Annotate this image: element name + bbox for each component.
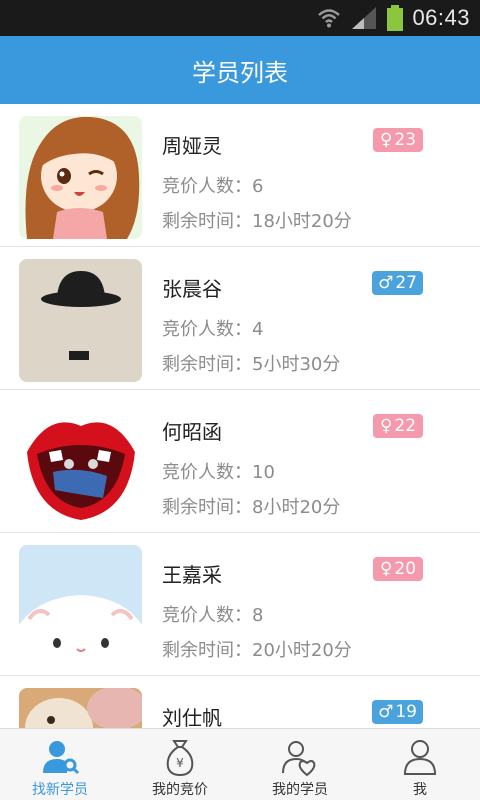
- tab-label: 我的学员: [272, 782, 328, 798]
- bid-count: 竞价人数：4: [162, 319, 264, 340]
- tab-label: 找新学员: [32, 782, 88, 798]
- status-time: 06:43: [412, 5, 470, 30]
- age-value: 20: [394, 559, 417, 579]
- bottom-tab-bar: 找新学员 ¥ 我的竞价 我的学员 我: [0, 728, 480, 800]
- age-value: 19: [395, 702, 417, 722]
- header-bar: 学员列表: [0, 36, 480, 104]
- gender-age-badge: ♀ 20: [373, 557, 423, 581]
- my-students-icon: [282, 741, 316, 777]
- student-item[interactable]: 刘仕帆 ♂ 19: [0, 676, 480, 728]
- student-name: 周娅灵: [162, 134, 222, 158]
- wifi-icon: [318, 9, 341, 28]
- student-item[interactable]: 何昭函 ♀ 22 竞价人数：10 剩余时间：8小时20分: [0, 390, 480, 533]
- bid-count: 竞价人数：8: [162, 605, 264, 626]
- tab-my-bids[interactable]: ¥ 我的竞价: [120, 729, 240, 800]
- cat-photo-avatar: [19, 688, 142, 728]
- remaining-time: 剩余时间：18小时20分: [162, 211, 352, 232]
- student-item[interactable]: 周娅灵 ♀ 23 竞价人数：6 剩余时间：18小时20分: [0, 104, 480, 247]
- remaining-time: 剩余时间：8小时20分: [162, 497, 341, 518]
- age-value: 27: [395, 273, 417, 293]
- tab-label: 我的竞价: [152, 782, 208, 798]
- bowler-hat-avatar: [19, 259, 142, 382]
- find-student-icon: [43, 741, 80, 775]
- gender-age-badge: ♀ 22: [373, 414, 423, 438]
- age-value: 23: [394, 130, 417, 150]
- battery-icon: [387, 5, 404, 31]
- money-bag-icon: ¥: [166, 740, 194, 777]
- female-icon: ♀: [379, 559, 393, 579]
- tab-label: 我: [413, 782, 427, 798]
- male-icon: ♂: [378, 702, 394, 722]
- page-title: 学员列表: [192, 58, 288, 87]
- cartoon-girl-avatar: [19, 116, 142, 239]
- male-icon: ♂: [378, 273, 394, 293]
- gender-age-badge: ♂ 19: [372, 700, 423, 724]
- student-name: 何昭函: [162, 420, 222, 444]
- red-lips-avatar: [19, 402, 142, 525]
- remaining-time: 剩余时间：5小时30分: [162, 354, 341, 375]
- remaining-time: 剩余时间：20小时20分: [162, 640, 352, 661]
- student-item[interactable]: 王嘉采 ♀ 20 竞价人数：8 剩余时间：20小时20分: [0, 533, 480, 676]
- student-name: 王嘉采: [162, 563, 222, 587]
- tab-my-students[interactable]: 我的学员: [240, 729, 360, 800]
- gender-age-badge: ♀ 23: [373, 128, 423, 152]
- tab-me[interactable]: 我: [360, 729, 480, 800]
- bid-count: 竞价人数：10: [162, 462, 275, 483]
- svg-text:¥: ¥: [176, 756, 184, 770]
- female-icon: ♀: [379, 416, 393, 436]
- person-icon: [403, 740, 437, 775]
- female-icon: ♀: [379, 130, 393, 150]
- bid-count: 竞价人数：6: [162, 176, 264, 197]
- age-value: 22: [394, 416, 417, 436]
- student-name: 刘仕帆: [162, 706, 222, 728]
- student-name: 张晨谷: [162, 277, 222, 301]
- signal-icon: [352, 7, 377, 29]
- status-bar: 06:43: [0, 0, 480, 36]
- student-item[interactable]: 张晨谷 ♂ 27 竞价人数：4 剩余时间：5小时30分: [0, 247, 480, 390]
- tab-find-students[interactable]: 找新学员: [0, 729, 120, 800]
- status-icons: 06:43: [316, 0, 470, 36]
- white-hamster-avatar: [19, 545, 142, 668]
- gender-age-badge: ♂ 27: [372, 271, 423, 295]
- student-list[interactable]: 周娅灵 ♀ 23 竞价人数：6 剩余时间：18小时20分 张晨谷 ♂ 27 竞价…: [0, 104, 480, 728]
